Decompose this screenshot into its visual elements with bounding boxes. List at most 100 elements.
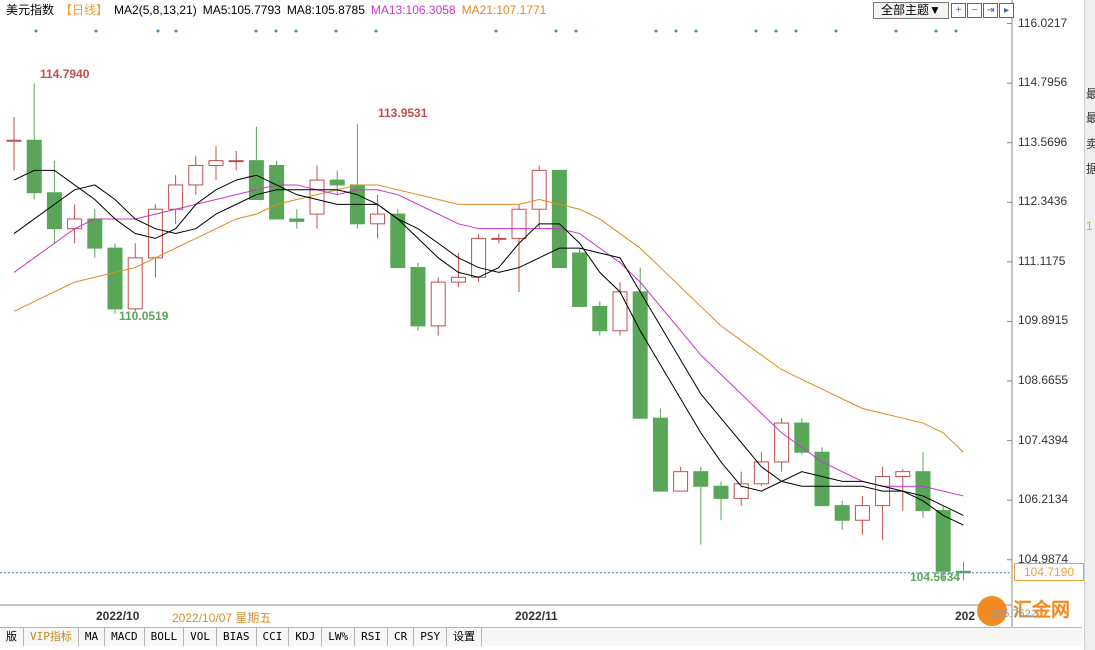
y-tick-label: 107.4394	[1018, 432, 1069, 447]
crosshair-date-label: 2022/10/07 星期五	[172, 611, 272, 625]
tab-kdj[interactable]: KDJ	[289, 628, 323, 646]
high-annotation-1: 114.7940	[40, 67, 90, 81]
candle-body	[551, 169, 567, 269]
theme-select-button[interactable]: 全部主题▼	[873, 2, 949, 19]
side-label-5: 1	[1086, 219, 1093, 233]
candle-body	[208, 160, 224, 167]
ma5-value: MA5:105.7793	[202, 3, 281, 17]
event-dot	[574, 29, 578, 33]
event-dot	[674, 29, 678, 33]
candle-body	[491, 237, 507, 240]
candle-body	[592, 305, 608, 332]
tab-psy[interactable]: PSY	[414, 628, 448, 646]
candle-body	[834, 505, 850, 521]
side-label-3: 卖	[1086, 137, 1095, 151]
candle-body	[895, 471, 911, 478]
tab-bias[interactable]: BIAS	[217, 628, 257, 646]
candle-body	[289, 218, 305, 222]
candle-body	[107, 247, 123, 310]
side-label-2: 最	[1086, 111, 1095, 125]
fast-forward-icon[interactable]: ▸	[999, 3, 1014, 18]
candle-body	[673, 471, 689, 492]
candle-body	[450, 276, 466, 283]
candle-body	[471, 237, 487, 278]
ma21-value: MA21:107.1771	[461, 3, 547, 17]
tab-vol[interactable]: VOL	[184, 628, 217, 646]
period-label[interactable]: 【日线】	[60, 3, 108, 17]
tab-settings[interactable]: 设置	[447, 628, 483, 646]
event-dot	[374, 29, 378, 33]
event-dot	[174, 29, 178, 33]
ma8-value: MA8:105.8785	[286, 3, 365, 17]
tab-ban[interactable]: 版	[0, 628, 24, 646]
x-label-nov: 2022/11	[515, 609, 558, 623]
event-dot	[834, 29, 838, 33]
event-dot	[34, 29, 38, 33]
candle-body	[87, 218, 103, 249]
candle-body	[572, 252, 588, 307]
event-dot	[254, 29, 258, 33]
y-tick-label: 109.8915	[1018, 313, 1069, 328]
low-annotation-1: 110.0519	[119, 309, 169, 323]
tab-lw[interactable]: LW%	[322, 628, 356, 646]
candle-body	[410, 267, 426, 327]
event-dot	[694, 29, 698, 33]
candle-body	[774, 422, 790, 463]
candle-body	[693, 471, 709, 487]
y-tick-label: 113.5696	[1018, 134, 1068, 149]
candle-body	[329, 179, 345, 186]
side-label-4: 据	[1086, 162, 1095, 176]
candle-body	[713, 485, 729, 499]
high-annotation-2: 113.9531	[378, 106, 428, 120]
candle-body	[753, 461, 769, 485]
low-annotation-2: 104.5634	[910, 570, 961, 584]
event-dot	[94, 29, 98, 33]
tab-vip[interactable]: VIP指标	[24, 628, 79, 646]
candle-body	[854, 505, 870, 521]
y-tick-label: 114.7956	[1018, 75, 1068, 90]
candle-body	[632, 291, 648, 419]
candle-body	[652, 417, 668, 492]
chart-header: 美元指数 【日线】 MA2(5,8,13,21) MA5:105.7793 MA8:10…	[0, 0, 870, 20]
side-label-1: 最	[1086, 87, 1095, 101]
y-tick-label: 106.2134	[1018, 492, 1069, 507]
event-dot	[156, 29, 160, 33]
event-dot	[754, 29, 758, 33]
event-dot	[894, 29, 898, 33]
indicator-tabs: 版 VIP指标 MA MACD BOLL VOL BIAS CCI KDJ LW…	[0, 627, 1082, 646]
event-dot	[934, 29, 938, 33]
candle-body	[228, 160, 244, 163]
candle-body	[531, 169, 547, 210]
current-price-box: 104.7190	[1014, 563, 1084, 581]
candle-body	[612, 291, 628, 332]
tab-boll[interactable]: BOLL	[145, 628, 185, 646]
tab-cr[interactable]: CR	[388, 628, 415, 646]
candle-body	[6, 139, 22, 142]
tab-macd[interactable]: MACD	[105, 628, 145, 646]
candle-body	[814, 451, 830, 507]
zoom-out-icon[interactable]: −	[967, 3, 982, 18]
candle-body	[269, 165, 285, 220]
y-tick-label: 108.6655	[1018, 372, 1069, 387]
ma-config-label[interactable]: MA2(5,8,13,21)	[114, 3, 197, 17]
candle-body	[309, 179, 325, 215]
candle-body	[46, 192, 62, 230]
tab-ma[interactable]: MA	[79, 628, 106, 646]
event-dot	[274, 29, 278, 33]
tab-rsi[interactable]: RSI	[355, 628, 388, 646]
candle-body	[168, 184, 184, 210]
event-dot	[494, 29, 498, 33]
zoom-in-icon[interactable]: +	[951, 3, 966, 18]
tab-cci[interactable]: CCI	[257, 628, 290, 646]
step-right-icon[interactable]: ⇥	[983, 3, 998, 18]
event-dot	[294, 29, 298, 33]
candle-body	[67, 218, 83, 230]
candle-body	[390, 213, 406, 269]
event-dot	[774, 29, 778, 33]
instrument-title: 美元指数	[6, 3, 55, 17]
event-dot	[794, 29, 798, 33]
event-dot	[654, 29, 658, 33]
candle-body	[370, 213, 386, 225]
ma13-value: MA13:106.3058	[370, 3, 456, 17]
candle-body	[147, 208, 163, 259]
